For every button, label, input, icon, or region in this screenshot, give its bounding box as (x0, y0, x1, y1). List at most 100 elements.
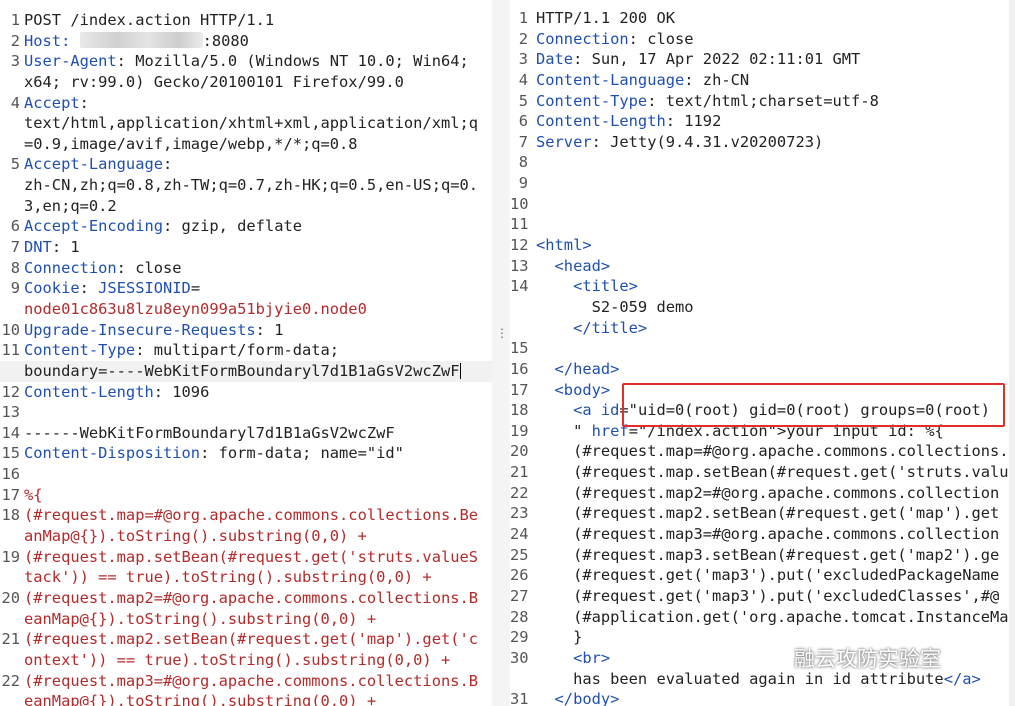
code-text: : form-data; name="id" (200, 444, 404, 463)
response-line[interactable]: 22 (#request.map2=#@org.apache.commons.c… (510, 483, 1015, 504)
code-keyword: Upgrade-Insecure-Requests (24, 320, 256, 339)
request-line[interactable]: =0.9,image/avif,image/webp,*/*;q=0.8 (0, 134, 492, 155)
line-content: Content-Disposition: form-data; name="id… (24, 443, 404, 464)
response-line[interactable]: 14 <title> (510, 276, 1015, 297)
response-line[interactable]: </title> (510, 318, 1015, 339)
request-line[interactable]: node01c863u8lzu8eyn099a51bjyie0.node0 (0, 299, 492, 320)
code-text: " (536, 421, 592, 440)
request-line[interactable]: 5 Accept-Language: (0, 154, 492, 175)
request-line[interactable]: 14 ------WebKitFormBoundaryl7d1B1aGsV2wcZ… (0, 423, 492, 444)
response-line[interactable]: 25 (#request.map3.setBean(#request.get('… (510, 545, 1015, 566)
response-line[interactable]: 31 </body> (510, 689, 1015, 706)
divider-grip-icon[interactable]: ⋮ (496, 327, 508, 339)
code-text: :8080 (202, 31, 249, 50)
pane-divider[interactable]: ⋮ (492, 0, 510, 706)
line-content: x64; rv:99.0) Gecko/20100101 Firefox/99.… (24, 72, 404, 93)
request-line[interactable]: zh-CN,zh;q=0.8,zh-TW;q=0.7,zh-HK;q=0.5,e… (0, 175, 492, 196)
request-line[interactable]: boundary=----WebKitFormBoundaryl7d1B1aGs… (0, 360, 492, 382)
request-line[interactable]: 11 Content-Type: multipart/form-data; (0, 340, 492, 361)
line-content: Content-Length: 1192 (536, 111, 721, 132)
line-content: Content-Language: zh-CN (536, 70, 749, 91)
response-line[interactable]: 4 Content-Language: zh-CN (510, 70, 1015, 91)
code-text: : text/html;charset=utf-8 (647, 91, 879, 110)
response-line[interactable]: 11 (510, 214, 1015, 235)
line-content: (#application.get('org.apache.tomcat.Ins… (536, 607, 1009, 628)
code-text: POST /index.action HTTP/1.1 (24, 11, 275, 29)
response-line[interactable]: 3 Date: Sun, 17 Apr 2022 02:11:01 GMT (510, 49, 1015, 70)
response-line[interactable]: 10 (510, 194, 1015, 215)
response-line[interactable]: 9 (510, 173, 1015, 194)
wechat-icon (759, 647, 786, 668)
response-line[interactable]: 2 Connection: close (510, 29, 1015, 50)
request-line[interactable]: 15 Content-Disposition: form-data; name="… (0, 443, 492, 464)
request-line[interactable]: 22 (#request.map3=#@org.apache.commons.co… (0, 671, 492, 692)
response-viewer[interactable]: 1 HTTP/1.1 200 OK 2 Connection: close 3 Date:… (510, 0, 1015, 706)
request-line[interactable]: 3 User-Agent: Mozilla/5.0 (Windows NT 10.… (0, 51, 492, 72)
request-line[interactable]: anMap@{}).toString().substring(0,0) + (0, 526, 492, 547)
line-number: 25 (510, 545, 529, 564)
response-line[interactable]: 5 Content-Type: text/html;charset=utf-8 (510, 91, 1015, 112)
line-number: 14 (1, 423, 20, 442)
line-content: eanMap@{}).toString().substring(0,0) + (24, 691, 376, 706)
request-line[interactable]: 20 (#request.map2=#@org.apache.commons.co… (0, 588, 492, 609)
response-line[interactable]: 26 (#request.get('map3').put('excludedPa… (510, 565, 1015, 586)
request-line[interactable]: eanMap@{}).toString().substring(0,0) + (0, 609, 492, 630)
code-keyword: Content-Disposition (24, 444, 201, 463)
request-line[interactable]: 17 %{ (0, 485, 492, 506)
response-line[interactable]: 16 </head> (510, 359, 1015, 380)
response-line[interactable]: 7 Server: Jetty(9.4.31.v20200723) (510, 132, 1015, 153)
response-line[interactable]: 20 (#request.map=#@org.apache.commons.co… (510, 441, 1015, 462)
response-scrollbar[interactable] (1009, 0, 1015, 706)
response-line[interactable]: 12 <html> (510, 235, 1015, 256)
request-line[interactable]: 7 DNT: 1 (0, 237, 492, 258)
request-line[interactable]: tack')) == true).toString().substring(0,… (0, 567, 492, 588)
line-number: 18 (1, 506, 20, 525)
code-text: (#request.map2=#@org.apache.commons.coll… (536, 483, 1000, 502)
request-line[interactable]: 4 Accept: (0, 93, 492, 114)
code-keyword: DNT (24, 238, 52, 257)
request-line[interactable]: 8 Connection: close (0, 258, 492, 279)
line-number: 24 (510, 525, 529, 544)
request-line[interactable]: 18 (#request.map=#@org.apache.commons.col… (0, 505, 492, 526)
code-text: : multipart/form-data; (135, 341, 340, 360)
response-line[interactable]: 13 <head> (510, 256, 1015, 277)
response-line[interactable]: S2-059 demo (510, 297, 1015, 318)
line-content: Content-Type: text/html;charset=utf-8 (536, 91, 879, 112)
request-line[interactable]: 9 Cookie: JSESSIONID= (0, 278, 492, 299)
request-line[interactable]: text/html,application/xhtml+xml,applicat… (0, 113, 492, 134)
response-line[interactable]: 23 (#request.map2.setBean(#request.get('… (510, 503, 1015, 524)
request-line[interactable]: 2 Host: :8080 (0, 31, 492, 52)
response-line[interactable]: 8 (510, 152, 1015, 173)
line-number: 5 (518, 91, 528, 110)
request-line[interactable]: 6 Accept-Encoding: gzip, deflate (0, 216, 492, 237)
request-line[interactable]: x64; rv:99.0) Gecko/20100101 Firefox/99.… (0, 72, 492, 93)
request-line[interactable]: ontext')) == true).toString().substring(… (0, 650, 492, 671)
request-line[interactable]: eanMap@{}).toString().substring(0,0) + (0, 691, 492, 706)
request-line[interactable]: 12 Content-Length: 1096 (0, 382, 492, 403)
response-line[interactable]: 27 (#request.get('map3').put('excludedCl… (510, 586, 1015, 607)
response-line[interactable]: 15 (510, 338, 1015, 359)
line-number: 5 (10, 155, 20, 174)
code-text: } (536, 628, 583, 647)
response-line[interactable]: 1 HTTP/1.1 200 OK (510, 8, 1015, 29)
code-keyword: Accept (24, 93, 80, 112)
line-content: (#request.map3.setBean(#request.get('map… (536, 545, 999, 566)
code-keyword: <a id (536, 401, 620, 420)
request-editor[interactable]: 1 POST /index.action HTTP/1.1 2 Host: :8080… (0, 0, 492, 706)
code-text: (#request.map3.setBean(#request.get('map… (536, 545, 1000, 564)
code-text: : (79, 279, 99, 298)
code-text: (#request.map3=#@org.apache.commons.coll… (24, 671, 479, 690)
request-line[interactable]: 1 POST /index.action HTTP/1.1 (0, 10, 492, 31)
request-line[interactable]: 3,en;q=0.2 (0, 196, 492, 217)
line-number: 3 (10, 52, 20, 71)
request-line[interactable]: 16 (0, 464, 492, 485)
code-text: = (190, 279, 201, 298)
response-line[interactable]: 24 (#request.map3=#@org.apache.commons.c… (510, 524, 1015, 545)
request-line[interactable]: 19 (#request.map.setBean(#request.get('st… (0, 547, 492, 568)
request-line[interactable]: 21 (#request.map2.setBean(#request.get('m… (0, 629, 492, 650)
request-line[interactable]: 10 Upgrade-Insecure-Requests: 1 (0, 320, 492, 341)
response-line[interactable]: 28 (#application.get('org.apache.tomcat.… (510, 607, 1015, 628)
response-line[interactable]: 21 (#request.map.setBean(#request.get('s… (510, 462, 1015, 483)
request-line[interactable]: 13 (0, 402, 492, 423)
response-line[interactable]: 6 Content-Length: 1192 (510, 111, 1015, 132)
